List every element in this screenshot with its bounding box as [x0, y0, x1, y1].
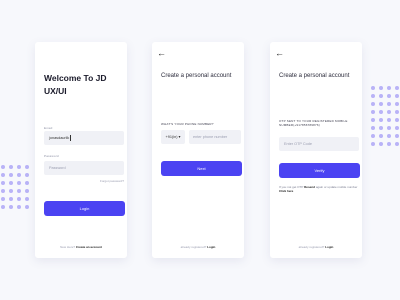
decorative-dot — [379, 134, 383, 138]
decorative-dots-right — [371, 86, 399, 146]
resend-otp-text: If you not get OTP Resend again or updat… — [279, 185, 359, 193]
decorative-dot — [371, 102, 375, 106]
decorative-dot — [25, 181, 29, 185]
login-footer: already registered? Login — [270, 245, 362, 249]
create-account-title: Create a personal account — [279, 73, 350, 79]
password-field[interactable]: Password — [44, 161, 124, 175]
phone-number-label: WHAT'S YOUR PHONE NUMBER? — [161, 122, 214, 126]
country-code-value: +91(in) — [165, 135, 178, 139]
decorative-dot — [379, 94, 383, 98]
phone-number-screen: ← Create a personal account WHAT'S YOUR … — [152, 42, 244, 258]
decorative-dot — [25, 189, 29, 193]
decorative-dot — [371, 126, 375, 130]
phone-number-input[interactable]: enter phone number — [189, 130, 241, 144]
decorative-dot — [17, 165, 21, 169]
resend-link[interactable]: Resend — [304, 185, 315, 189]
decorative-dot — [379, 102, 383, 106]
decorative-dot — [387, 102, 391, 106]
email-field[interactable]: jonasdaurilk — [44, 131, 124, 145]
update-number-link[interactable]: Click here — [279, 189, 293, 193]
arrow-left-icon[interactable]: ← — [157, 49, 166, 58]
decorative-dot — [371, 110, 375, 114]
decorative-dot — [17, 197, 21, 201]
signup-footer: New Here? Create an account — [35, 245, 127, 249]
decorative-dot — [395, 118, 399, 122]
create-account-title: Create a personal account — [161, 73, 232, 79]
decorative-dot — [371, 94, 375, 98]
text-caret — [70, 135, 71, 141]
login-link[interactable]: Login — [207, 245, 215, 249]
decorative-dot — [25, 197, 29, 201]
email-label: Email — [44, 126, 53, 130]
decorative-dot — [395, 110, 399, 114]
decorative-dot — [379, 86, 383, 90]
decorative-dot — [387, 142, 391, 146]
decorative-dot — [1, 205, 5, 209]
arrow-left-icon[interactable]: ← — [275, 49, 284, 58]
decorative-dot — [9, 173, 13, 177]
login-footer: already registered? Login — [152, 245, 244, 249]
otp-sent-label: OTP SENT TO YOUR REGISTERED MOBILE NUMBE… — [279, 119, 348, 127]
decorative-dot — [387, 86, 391, 90]
login-screen: Welcome To JD UX/UI Email jonasdaurilk P… — [35, 42, 127, 258]
decorative-dot — [25, 165, 29, 169]
decorative-dot — [379, 142, 383, 146]
decorative-dot — [387, 110, 391, 114]
decorative-dot — [9, 189, 13, 193]
otp-input[interactable]: Enter OTP Code — [279, 137, 359, 151]
decorative-dot — [25, 205, 29, 209]
decorative-dot — [1, 197, 5, 201]
decorative-dot — [25, 173, 29, 177]
decorative-dot — [395, 94, 399, 98]
decorative-dot — [379, 110, 383, 114]
decorative-dot — [9, 165, 13, 169]
decorative-dot — [395, 126, 399, 130]
decorative-dot — [387, 134, 391, 138]
password-label: Password — [44, 154, 59, 158]
decorative-dot — [17, 181, 21, 185]
chevron-down-icon: ▾ — [178, 135, 181, 139]
decorative-dot — [1, 181, 5, 185]
decorative-dot — [371, 118, 375, 122]
decorative-dot — [387, 94, 391, 98]
login-link[interactable]: Login — [325, 245, 333, 249]
welcome-title: Welcome To JD UX/UI — [44, 73, 107, 96]
resend-text-2: again or update mobile number — [315, 185, 358, 189]
country-code-select[interactable]: +91(in) ▾ — [161, 130, 185, 144]
decorative-dot — [371, 86, 375, 90]
footer-prefix: New Here? — [60, 245, 76, 249]
decorative-dots-left — [1, 165, 29, 209]
decorative-dot — [379, 126, 383, 130]
decorative-dot — [1, 173, 5, 177]
next-button[interactable]: Next — [161, 161, 242, 176]
decorative-dot — [1, 165, 5, 169]
decorative-dot — [371, 142, 375, 146]
decorative-dot — [9, 205, 13, 209]
decorative-dot — [395, 142, 399, 146]
email-value: jonasdaurilk — [49, 136, 70, 140]
decorative-dot — [395, 102, 399, 106]
decorative-dot — [387, 118, 391, 122]
decorative-dot — [17, 173, 21, 177]
decorative-dot — [17, 205, 21, 209]
verify-button[interactable]: Verify — [279, 163, 360, 178]
decorative-dot — [1, 189, 5, 193]
decorative-dot — [395, 134, 399, 138]
footer-prefix: already registered? — [298, 245, 325, 249]
otp-screen: ← Create a personal account OTP SENT TO … — [270, 42, 362, 258]
create-account-link[interactable]: Create an account — [76, 245, 102, 249]
decorative-dot — [395, 86, 399, 90]
login-button[interactable]: Login — [44, 201, 125, 216]
decorative-dot — [17, 189, 21, 193]
decorative-dot — [379, 118, 383, 122]
decorative-dot — [9, 197, 13, 201]
forgot-password-link[interactable]: Forgot password? — [100, 179, 124, 183]
footer-prefix: already registered? — [180, 245, 207, 249]
decorative-dot — [387, 126, 391, 130]
decorative-dot — [9, 181, 13, 185]
decorative-dot — [371, 134, 375, 138]
